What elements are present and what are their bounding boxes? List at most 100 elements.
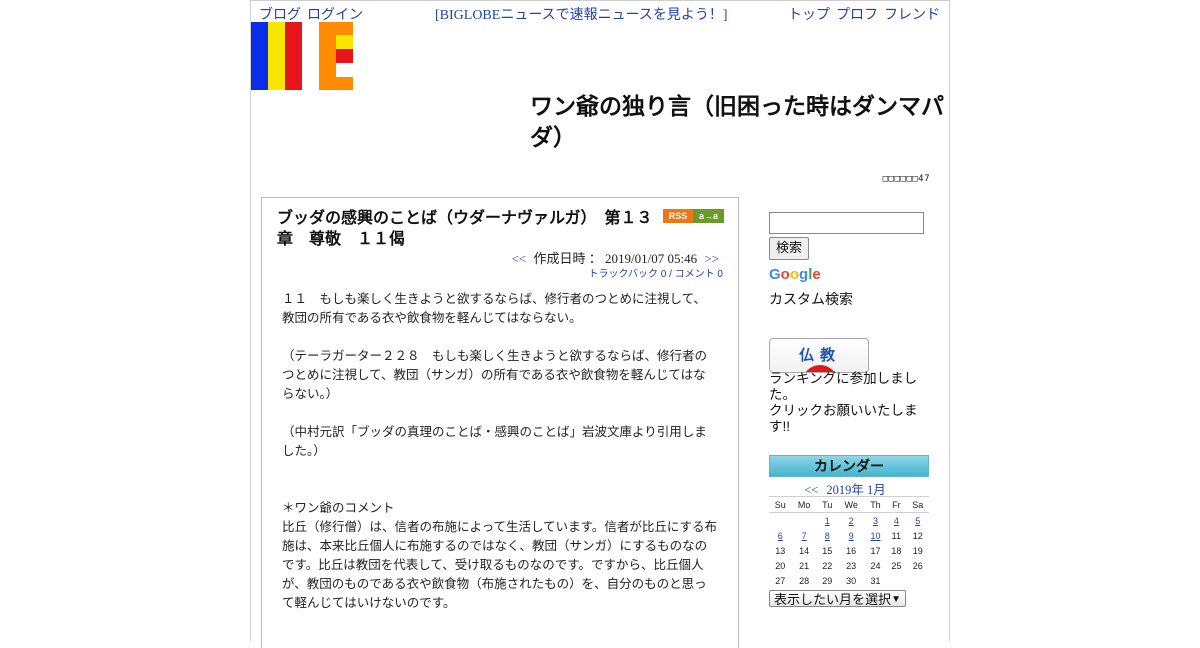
- calendar-day: 29: [822, 575, 833, 586]
- calendar-day: 19: [912, 545, 923, 556]
- google-logo-letter: o: [780, 266, 790, 283]
- calendar-day[interactable]: 2: [838, 513, 865, 529]
- flag-stripe-mixed: [336, 22, 353, 90]
- calendar-day[interactable]: 5: [907, 513, 929, 529]
- calendar-week-row: 6 7 8 9 10 11 12: [769, 528, 929, 543]
- calendar-day: 17: [870, 545, 881, 556]
- calendar-day: 16: [846, 545, 857, 556]
- calendar-day[interactable]: 10: [865, 528, 886, 543]
- calendar-weekday: Fr: [886, 496, 907, 513]
- header-left-nav: ブログ ログイン: [259, 4, 363, 24]
- top-link[interactable]: トップ: [788, 8, 830, 23]
- calendar-day: 18: [891, 545, 902, 556]
- google-logo-letter: G: [769, 266, 781, 283]
- chevron-down-icon: ▼: [891, 594, 901, 605]
- calendar-day[interactable]: 7: [791, 528, 816, 543]
- calendar-day[interactable]: 8: [817, 528, 838, 543]
- calendar-weekday: We: [837, 496, 865, 513]
- flag-stripe-red: [285, 22, 302, 90]
- header-right-nav: トップ プロフ フレンド: [788, 4, 940, 24]
- month-select-dropdown[interactable]: 表示したい月を選択 ▼: [769, 590, 906, 607]
- calendar-weekday: Mo: [791, 496, 817, 513]
- comment-paragraph: 比丘（修行僧）は、信者の布施によって生活しています。信者が比丘にする布施は、本来…: [282, 519, 718, 610]
- next-entry-link[interactable]: >>: [704, 251, 719, 266]
- flag-stripe-white: [302, 22, 319, 90]
- calendar-day: 15: [822, 545, 833, 556]
- ranking-line: クリックお願いいたします!!: [769, 403, 918, 434]
- calendar-body: 1 2 3 4 5 6 7 8 9 10 11 12 13 14 15 16 17 18 19 20 21 22 23 24 2…: [769, 513, 929, 589]
- calendar-weekday: Su: [769, 496, 792, 513]
- aa-icon: a→a: [693, 209, 724, 223]
- calendar-day: 24: [870, 560, 881, 571]
- google-logo-letter: e: [812, 266, 821, 283]
- calendar-week-row: 27 28 29 30 31: [769, 573, 929, 588]
- calendar-title: カレンダー: [769, 455, 929, 477]
- calendar-day: 25: [891, 560, 902, 571]
- calendar-day[interactable]: 3: [865, 513, 886, 529]
- calendar-day: 23: [846, 560, 857, 571]
- search-input[interactable]: [769, 212, 924, 234]
- flag-stripe-yellow: [268, 22, 285, 90]
- calendar-empty-cell: [769, 513, 791, 529]
- entry-date: 作成日時 ： 2019/01/07 05:46: [533, 251, 698, 266]
- prev-entry-link[interactable]: <<: [512, 251, 527, 266]
- month-select-label: 表示したい月を選択: [774, 592, 892, 607]
- calendar-prev-link[interactable]: <<: [804, 483, 818, 497]
- citation-paragraph: （中村元訳「ブッダの真理のことば・感興のことば」岩波文庫より引用しました。）: [282, 424, 707, 458]
- login-link[interactable]: ログイン: [307, 8, 363, 23]
- calendar-day: 14: [799, 545, 810, 556]
- custom-search-label: カスタム検索: [769, 291, 853, 307]
- profile-link[interactable]: プロフ: [836, 8, 878, 23]
- google-logo: Google: [769, 266, 821, 283]
- verse-paragraph: １１ もしも楽しく生きようと欲するならば、修行者のつとめに注視して、教団の所有で…: [282, 291, 707, 325]
- google-logo-letter: o: [789, 266, 800, 283]
- flag-stripe-orange: [319, 22, 336, 90]
- entry-panel: ブッダの感興のことば（ウダーナヴァルガ） 第１３章 尊敬 １１偈 RSS a→a…: [261, 197, 739, 648]
- google-logo-letter: g: [799, 266, 809, 283]
- calendar-empty-cell: [907, 573, 929, 588]
- calendar-day: 21: [799, 560, 810, 571]
- calendar-day: 12: [912, 530, 923, 541]
- ranking-text: ランキングに参加しました。 クリックお願いいたします!!: [769, 371, 921, 435]
- buddhism-ranking-banner[interactable]: 仏教: [769, 338, 869, 373]
- calendar-day: 20: [775, 560, 786, 571]
- calendar-day[interactable]: 6: [769, 528, 791, 543]
- calendar-day: 26: [912, 560, 923, 571]
- ranking-line: ランキングに参加しました。: [769, 371, 918, 402]
- calendar-weekday-row: Su Mo Tu We Th Fr Sa: [769, 496, 929, 513]
- calendar-day[interactable]: 9: [838, 528, 865, 543]
- entry-body: １１ もしも楽しく生きようと欲するならば、修行者のつとめに注視して、教団の所有で…: [282, 289, 718, 612]
- calendar-week-row: 13 14 15 16 17 18 19: [769, 543, 929, 558]
- calendar-weekday: Tu: [816, 496, 838, 513]
- calendar-day: 13: [775, 545, 786, 556]
- theragatha-paragraph: （テーラガーター２２８ もしも楽しく生きようと欲するならば、修行者のつとめに注視…: [282, 348, 708, 401]
- calendar-weekday: Th: [864, 496, 887, 513]
- calendar-day: 31: [870, 575, 881, 586]
- biglobe-news-link[interactable]: [BIGLOBEニュースで速報ニュースを見よう！]: [435, 4, 728, 24]
- calendar-day: 11: [891, 530, 902, 541]
- trackback-comment-link[interactable]: トラックバック 0 / コメント 0: [588, 265, 723, 280]
- comment-heading: ＊ワン爺のコメント: [282, 500, 395, 515]
- search-button[interactable]: 検索: [769, 237, 810, 260]
- blog-title: ワン爺の独り言（旧困った時はダンマパダ）: [530, 93, 944, 150]
- calendar-day: 27: [775, 575, 786, 586]
- flag-stripe-blue: [251, 22, 268, 90]
- rss-icon: RSS: [663, 209, 693, 223]
- banner-label: 仏教: [798, 346, 841, 364]
- calendar-day[interactable]: 1: [817, 513, 838, 529]
- calendar-week-row: 12345: [769, 513, 929, 529]
- calendar-empty-cell: [791, 513, 816, 529]
- calendar-day[interactable]: 4: [886, 513, 906, 529]
- page-container: ブログ ログイン [BIGLOBEニュースで速報ニュースを見よう！] トップ プロフ…: [250, 0, 950, 648]
- calendar-day: 30: [846, 575, 857, 586]
- calendar-day: 28: [799, 575, 810, 586]
- rss-feed-badge[interactable]: RSS a→a: [663, 209, 724, 223]
- blog-link[interactable]: ブログ: [259, 8, 301, 23]
- friend-link[interactable]: フレンド: [884, 8, 940, 23]
- calendar-table: Su Mo Tu We Th Fr Sa 1 2 3 4 5 6 7 8 9 10 11 12 13 14 15 16 17…: [769, 496, 929, 588]
- calendar-empty-cell: [886, 573, 906, 588]
- buddhist-flag-logo[interactable]: [251, 22, 353, 90]
- calendar-month-link[interactable]: 2019年 1月: [826, 483, 885, 497]
- entry-title: ブッダの感興のことば（ウダーナヴァルガ） 第１３章 尊敬 １１偈: [277, 210, 653, 248]
- access-counter: □□□□□□47: [882, 174, 930, 184]
